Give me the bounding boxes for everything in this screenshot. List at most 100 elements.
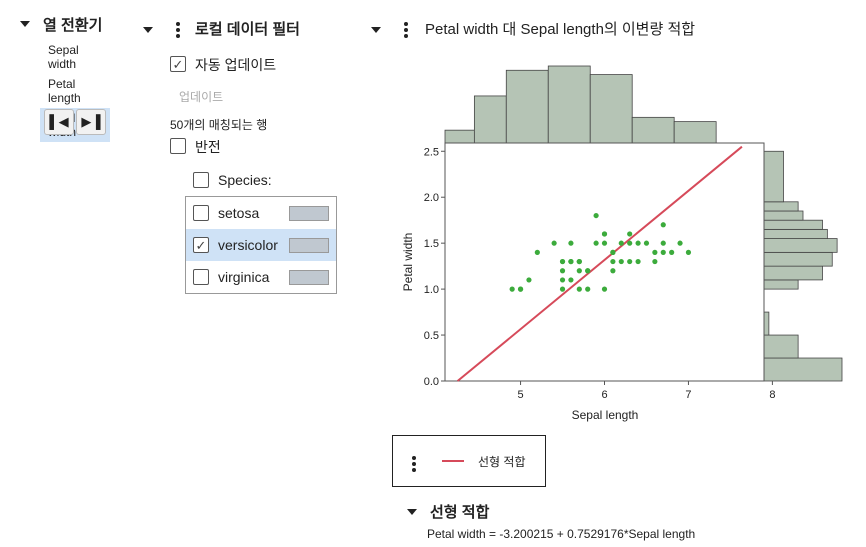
- y-hist-bar: [763, 279, 799, 290]
- fit-equation: Petal width = -3.200215 + 0.7529176*Sepa…: [427, 527, 696, 541]
- y-hist-bar: [763, 150, 784, 203]
- species-checkbox[interactable]: [193, 172, 209, 188]
- data-point: [610, 258, 616, 265]
- x-tick-label: 7: [685, 389, 691, 401]
- data-point: [618, 258, 624, 265]
- y-hist-bar: [763, 311, 770, 336]
- data-point: [685, 249, 692, 255]
- legend-menu-icon[interactable]: [412, 456, 416, 472]
- y-tick-label: 1.5: [424, 238, 439, 250]
- data-point: [669, 249, 675, 255]
- data-point: [627, 258, 633, 265]
- y-tick-label: 2.0: [424, 192, 439, 204]
- y-tick-label: 1.0: [424, 284, 439, 296]
- data-point: [643, 240, 650, 246]
- plot-frame: [444, 142, 765, 382]
- species-item-virginica[interactable]: virginica: [186, 261, 336, 293]
- collapse-filter-icon[interactable]: [143, 27, 153, 33]
- data-point: [627, 231, 633, 237]
- invert-label: 반전: [195, 139, 221, 155]
- x-tick-label: 6: [601, 389, 607, 401]
- bivariate-plot: 5 6 7 8 0.0 0.5 1.0 1.5 2.0 2.5 Sepal length Pet…: [401, 65, 843, 422]
- x-hist-bar: [631, 116, 675, 144]
- data-point: [635, 240, 641, 246]
- virginica-checkbox[interactable]: [193, 269, 209, 285]
- x-axis-ticks: 5 6 7 8: [517, 381, 775, 401]
- x-hist-bar: [505, 69, 549, 144]
- data-point: [618, 240, 624, 246]
- virginica-color-swatch: [289, 270, 329, 285]
- versicolor-checkbox[interactable]: ✓: [193, 237, 209, 253]
- last-column-button[interactable]: ▶▐: [76, 109, 106, 135]
- setosa-color-swatch: [289, 206, 329, 221]
- x-hist-bar: [547, 65, 591, 144]
- data-point: [526, 277, 532, 283]
- data-point: [601, 240, 608, 246]
- x-tick-label: 8: [769, 389, 775, 401]
- data-point: [568, 240, 574, 246]
- data-point: [635, 258, 641, 265]
- filter-menu-icon[interactable]: [176, 22, 180, 38]
- fit-line-legend-swatch: [442, 460, 464, 462]
- collapse-fit-icon[interactable]: [407, 509, 417, 515]
- invert-checkbox[interactable]: [170, 138, 186, 154]
- data-point: [652, 258, 658, 265]
- legend-fit-label: 선형 적합: [478, 455, 526, 469]
- data-point: [585, 268, 591, 274]
- virginica-label: virginica: [218, 269, 270, 285]
- data-point: [534, 249, 540, 255]
- collapse-graph-icon[interactable]: [371, 27, 381, 33]
- y-tick-label: 0.0: [424, 376, 439, 388]
- y-tick-label: 2.5: [424, 146, 439, 158]
- species-item-setosa[interactable]: setosa: [186, 197, 336, 229]
- column-item-petal-length[interactable]: Petal length: [40, 74, 110, 108]
- data-point: [576, 268, 582, 274]
- first-column-button[interactable]: ▌◀: [44, 109, 74, 135]
- species-item-versicolor[interactable]: ✓ versicolor: [186, 229, 336, 261]
- data-point: [610, 268, 616, 274]
- data-point: [559, 258, 566, 265]
- y-axis-label: Petal width: [401, 233, 415, 292]
- first-icon: ▌◀: [49, 114, 69, 129]
- collapse-column-switcher-icon[interactable]: [20, 21, 30, 27]
- last-icon: ▶▐: [81, 114, 101, 129]
- update-button[interactable]: 업데이트: [179, 88, 223, 105]
- data-point: [551, 240, 557, 246]
- data-point: [660, 240, 666, 246]
- x-histogram: [444, 65, 717, 144]
- graph-menu-icon[interactable]: [404, 22, 408, 38]
- data-point: [660, 222, 666, 228]
- versicolor-label: versicolor: [218, 237, 278, 253]
- y-axis-ticks: 0.0 0.5 1.0 1.5 2.0 2.5: [424, 146, 445, 388]
- data-point: [652, 249, 658, 255]
- data-point: [568, 277, 574, 283]
- graph-title: Petal width 대 Sepal length의 이변량 적합: [425, 21, 696, 38]
- auto-update-checkbox[interactable]: ✓: [170, 56, 186, 72]
- setosa-checkbox[interactable]: [193, 205, 209, 221]
- x-axis-label: Sepal length: [572, 408, 639, 422]
- data-point: [593, 240, 599, 246]
- data-point: [627, 240, 633, 246]
- y-tick-label: 0.5: [424, 330, 439, 342]
- y-hist-bar: [763, 334, 799, 359]
- data-point: [601, 286, 608, 292]
- data-point: [610, 249, 616, 255]
- y-hist-bar: [763, 238, 838, 253]
- fit-section-title: 선형 적합: [430, 504, 490, 521]
- data-point: [559, 277, 566, 283]
- column-item-sepal-width[interactable]: Sepal width: [40, 40, 110, 74]
- x-hist-bar: [673, 121, 717, 144]
- x-hist-bar: [589, 74, 633, 144]
- y-hist-bar: [763, 201, 799, 212]
- data-point: [517, 286, 524, 292]
- data-point: [568, 258, 574, 265]
- data-point: [559, 268, 566, 274]
- legend-box: 선형 적합: [392, 435, 546, 487]
- data-point: [576, 258, 582, 265]
- y-hist-bar: [763, 251, 833, 267]
- y-hist-bar: [763, 357, 843, 382]
- x-tick-label: 5: [517, 389, 523, 401]
- data-point: [593, 212, 599, 219]
- local-filter-title: 로컬 데이터 필터: [195, 21, 300, 38]
- data-point: [585, 286, 591, 292]
